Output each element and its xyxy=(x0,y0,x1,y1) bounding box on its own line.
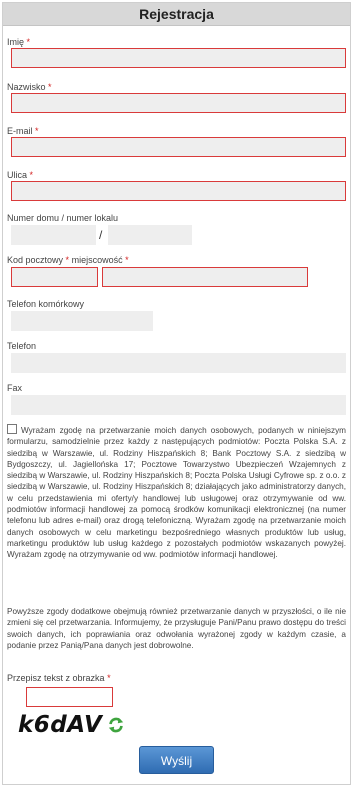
last-name-label: Nazwisko * xyxy=(7,82,52,92)
mobile-phone-label: Telefon komórkowy xyxy=(7,299,85,309)
first-name-label: Imię * xyxy=(7,37,31,47)
email-label: E-mail * xyxy=(7,126,39,136)
phone-label: Telefon xyxy=(7,341,37,351)
postal-city-label: Kod pocztowy * miejscowość * xyxy=(7,255,129,265)
phone-input[interactable] xyxy=(11,353,346,373)
consent-block: Wyrażam zgodę na przetwarzanie moich dan… xyxy=(7,424,346,561)
refresh-captcha-icon[interactable] xyxy=(107,716,125,734)
last-name-input[interactable] xyxy=(11,93,346,113)
first-name-input[interactable] xyxy=(11,48,346,68)
registration-form: Rejestracja xyxy=(2,2,351,785)
street-input[interactable] xyxy=(11,181,346,201)
form-title: Rejestracja xyxy=(3,3,350,26)
postal-code-input[interactable] xyxy=(11,267,98,287)
fax-input[interactable] xyxy=(11,395,346,415)
captcha-image: k6dAV xyxy=(18,712,103,738)
submit-button[interactable]: Wyślij xyxy=(139,746,214,774)
street-label: Ulica * xyxy=(7,170,34,180)
captcha-label: Przepisz tekst z obrazka * xyxy=(7,673,111,683)
consent-text: Wyrażam zgodę na przetwarzanie moich dan… xyxy=(7,426,346,560)
consent-checkbox[interactable] xyxy=(7,424,17,434)
mobile-phone-input[interactable] xyxy=(11,311,153,331)
fax-label: Fax xyxy=(7,383,23,393)
apartment-number-input[interactable] xyxy=(108,225,192,245)
house-number-input[interactable] xyxy=(11,225,96,245)
number-separator: / xyxy=(99,228,103,242)
consent-note: Powyższe zgody dodatkowe obejmują równie… xyxy=(7,607,346,650)
city-input[interactable] xyxy=(102,267,308,287)
captcha-input[interactable] xyxy=(26,687,113,707)
email-input[interactable] xyxy=(11,137,346,157)
house-number-label: Numer domu / numer lokalu xyxy=(7,213,119,223)
